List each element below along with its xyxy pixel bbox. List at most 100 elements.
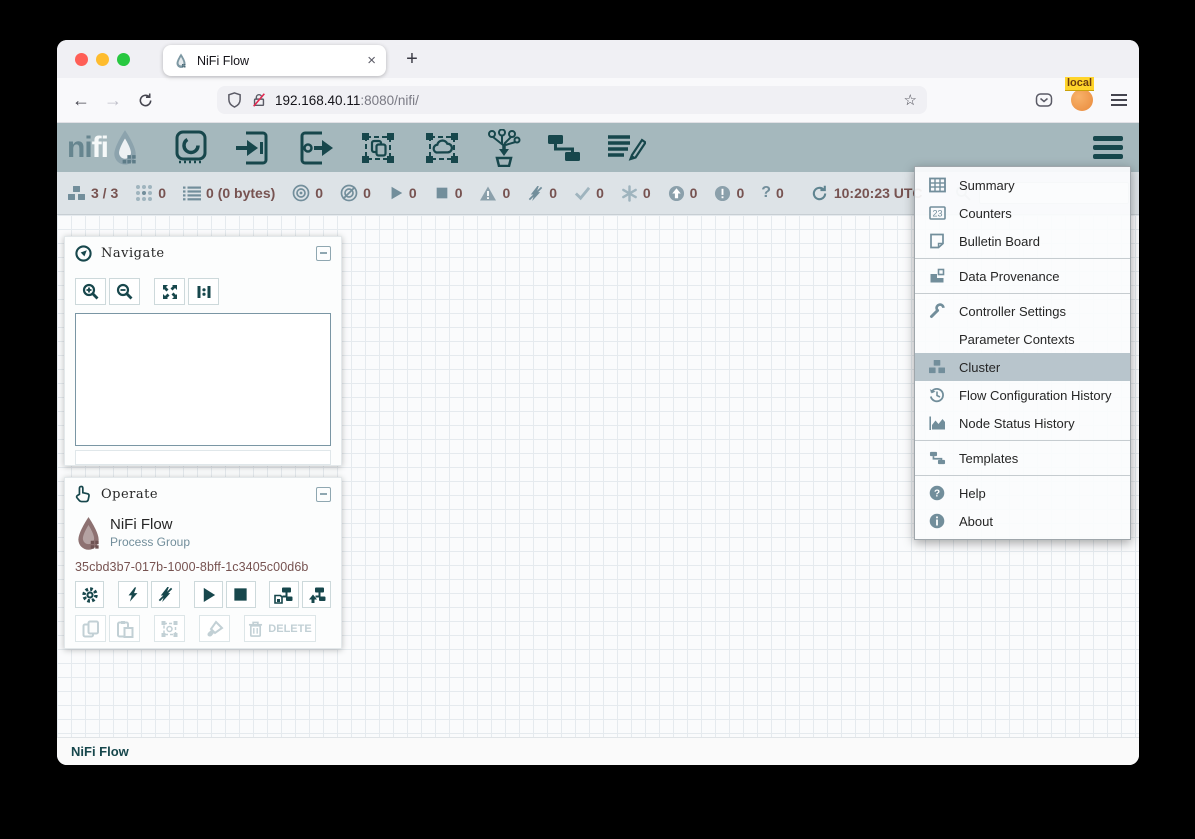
configure-button[interactable] <box>75 581 104 608</box>
operate-header[interactable]: Operate <box>65 478 341 510</box>
invalid-count: 0 <box>502 185 510 201</box>
breadcrumb-root[interactable]: NiFi Flow <box>71 744 129 759</box>
zoom-fit-button[interactable] <box>154 278 185 305</box>
new-tab-button[interactable]: + <box>397 44 427 74</box>
menu-item-about[interactable]: About <box>915 507 1130 535</box>
nifi-global-menu-button[interactable] <box>1093 136 1123 159</box>
cluster-menu-icon <box>927 359 947 375</box>
logo-ni: ni <box>67 131 92 165</box>
back-button[interactable]: ← <box>65 90 97 111</box>
menu-item-node-status-history[interactable]: Node Status History <box>915 409 1130 437</box>
url-host: 192.168.40.11 <box>275 93 360 108</box>
locally-modified-status: 0 <box>621 185 651 202</box>
menu-item-flow-configuration-history[interactable]: Flow Configuration History <box>915 381 1130 409</box>
invalid-status: 0 <box>479 185 510 202</box>
paste-button[interactable] <box>109 615 140 642</box>
locally-modified-stale-status: 0 <box>714 185 744 202</box>
threads-icon <box>135 184 153 202</box>
tab-close-icon[interactable]: × <box>367 53 376 68</box>
template-icon[interactable] <box>546 131 582 165</box>
insecure-lock-icon[interactable] <box>251 92 267 108</box>
disabled-icon <box>527 185 544 202</box>
controller-settings-icon <box>927 303 947 319</box>
tab-bar: NiFi Flow × + <box>57 40 1139 78</box>
label-icon[interactable] <box>606 131 646 165</box>
disable-button[interactable] <box>151 581 180 608</box>
refresh-icon[interactable] <box>811 185 828 202</box>
input-port-icon[interactable] <box>234 131 272 165</box>
invalid-icon <box>479 185 497 202</box>
sync-failure-count: 0 <box>776 185 784 201</box>
menu-item-parameter-contexts[interactable]: Parameter Contexts <box>915 325 1130 353</box>
tab-title: NiFi Flow <box>197 54 367 68</box>
breadcrumb[interactable]: NiFi Flow <box>57 737 1139 765</box>
url-path: :8080/nifi/ <box>360 93 419 108</box>
firefox-menu-button[interactable] <box>1111 94 1127 106</box>
url-bar[interactable]: 192.168.40.11:8080/nifi/ ☆ <box>217 86 927 114</box>
not-transmitting-icon <box>340 184 358 202</box>
funnel-icon[interactable] <box>486 129 522 167</box>
zoom-out-button[interactable] <box>109 278 140 305</box>
selection-id: 35cbd3b7-017b-1000-8bff-1c3405c00d6b <box>65 552 341 574</box>
operate-collapse-button[interactable] <box>316 487 331 502</box>
copy-button[interactable] <box>75 615 106 642</box>
menu-divider <box>915 258 1130 259</box>
refresh-time: 10:20:23 UTC <box>834 185 923 201</box>
menu-item-cluster[interactable]: Cluster <box>915 353 1130 381</box>
close-window-button[interactable] <box>75 53 88 66</box>
group-button[interactable] <box>154 615 185 642</box>
navigate-collapse-button[interactable] <box>316 246 331 261</box>
navigate-header[interactable]: Navigate <box>65 237 341 269</box>
operate-buttons-row2: DELETE <box>65 608 341 642</box>
menu-item-controller-settings[interactable]: Controller Settings <box>915 297 1130 325</box>
navbar-right: local <box>1035 89 1127 111</box>
nifi-toolbar: nifi <box>57 123 1139 172</box>
zoom-window-button[interactable] <box>117 53 130 66</box>
profile-avatar[interactable]: local <box>1071 89 1093 111</box>
forward-button[interactable]: → <box>97 90 129 111</box>
browser-window: NiFi Flow × + ← → 192.168.40.11:8080/nif… <box>57 40 1139 765</box>
menu-item-help[interactable]: ? Help <box>915 479 1130 507</box>
processor-icon[interactable] <box>172 130 210 166</box>
up-to-date-status: 0 <box>574 185 604 201</box>
not-transmitting-count: 0 <box>363 185 371 201</box>
create-template-button[interactable] <box>269 581 298 608</box>
hand-pointer-icon <box>75 485 92 503</box>
upload-template-button[interactable] <box>302 581 331 608</box>
queued-status: 0 (0 bytes) <box>183 185 275 201</box>
navigate-buttons <box>65 269 341 305</box>
component-palette <box>172 129 646 167</box>
zoom-actual-size-button[interactable] <box>188 278 219 305</box>
navigate-title: Navigate <box>101 246 165 261</box>
menu-item-templates[interactable]: Templates <box>915 444 1130 472</box>
pocket-icon[interactable] <box>1035 91 1053 109</box>
delete-button[interactable]: DELETE <box>244 615 316 642</box>
bookmark-star-icon[interactable]: ☆ <box>904 91 917 109</box>
operate-buttons-row1 <box>65 574 341 608</box>
minimize-window-button[interactable] <box>96 53 109 66</box>
menu-item-summary[interactable]: Summary <box>915 171 1130 199</box>
threads-count: 0 <box>158 185 166 201</box>
svg-text:?: ? <box>934 489 940 500</box>
start-button[interactable] <box>194 581 223 608</box>
stale-count: 0 <box>690 185 698 201</box>
stopped-count: 0 <box>455 185 463 201</box>
shield-icon[interactable] <box>227 92 242 108</box>
color-button[interactable] <box>199 615 230 642</box>
selection-type: Process Group <box>110 535 190 549</box>
process-group-icon[interactable] <box>358 131 398 165</box>
output-port-icon[interactable] <box>296 131 334 165</box>
enable-button[interactable] <box>118 581 147 608</box>
counters-icon: 23 <box>927 205 947 221</box>
menu-item-counters[interactable]: 23 Counters <box>915 199 1130 227</box>
birdseye-minimap[interactable] <box>75 313 331 446</box>
help-icon: ? <box>927 485 947 501</box>
menu-item-bulletin-board[interactable]: Bulletin Board <box>915 227 1130 255</box>
menu-item-data-provenance[interactable]: Data Provenance <box>915 262 1130 290</box>
zoom-in-button[interactable] <box>75 278 106 305</box>
browser-tab[interactable]: NiFi Flow × <box>163 45 386 76</box>
nifi-favicon <box>173 53 189 69</box>
remote-process-group-icon[interactable] <box>422 131 462 165</box>
stop-button[interactable] <box>226 581 255 608</box>
reload-button[interactable] <box>129 93 161 108</box>
